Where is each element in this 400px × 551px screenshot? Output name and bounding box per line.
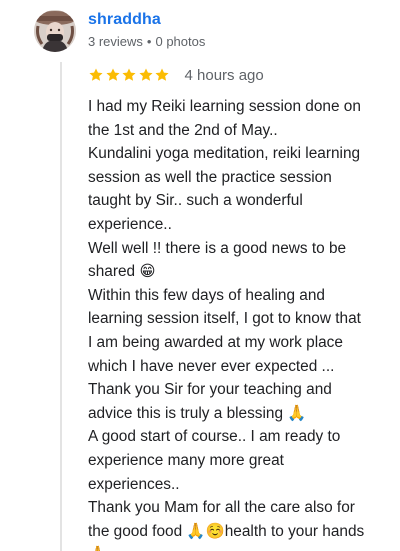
thread-line [60,62,62,551]
photo-count: 0 photos [155,34,206,49]
reviewer-meta: 3 reviews • 0 photos [88,34,205,49]
star-icon [155,68,169,81]
review-line: shared 😁 [88,263,156,281]
review-line: the good food 🙏☺️health to your hands [88,522,365,540]
star-rating [88,67,171,83]
review-time: 4 hours ago [184,66,264,84]
review-line: learning session itself, I got to know t… [88,310,361,328]
review-line: advice this is truly a blessing 🙏 [88,404,307,422]
review-line: taught by Sir.. such a wonderful [88,192,303,210]
review-line: I am being awarded at my work place [88,333,343,351]
review-line: Thank you Sir for your teaching and [88,381,332,399]
review-line: experience many more great [88,451,284,469]
rating-row: 4 hours ago [88,66,264,84]
star-icon [89,68,103,81]
review-line: Kundalini yoga meditation, reiki learnin… [88,145,361,163]
review-line: A good start of course.. I am ready to [88,428,341,446]
review-text: I had my Reiki learning session done on t… [88,95,388,551]
reviewer-name[interactable]: shraddha [88,11,161,29]
review-line: Thank you Mam for all the care also for [88,499,355,517]
profile-photo-icon [34,10,76,52]
review-line: session as well the practice session [88,168,332,186]
review-line: the 1st and the 2nd of May.. [88,121,278,139]
review-line: experiences.. [88,475,180,493]
review-line: which I have never ever expected ... [88,357,335,375]
review-line: Well well !! there is a good news to be [88,239,347,257]
meta-separator: • [146,34,152,49]
star-icon [138,68,153,81]
review-line: Within this few days of healing and [88,286,325,304]
review-count: 3 reviews [88,34,143,49]
star-icon [105,68,120,81]
star-icon [122,68,136,81]
review-line: I had my Reiki learning session done on [88,98,361,115]
review-line: experience.. [88,215,172,233]
avatar[interactable] [34,10,76,52]
review-line: 🙏 [88,543,388,551]
